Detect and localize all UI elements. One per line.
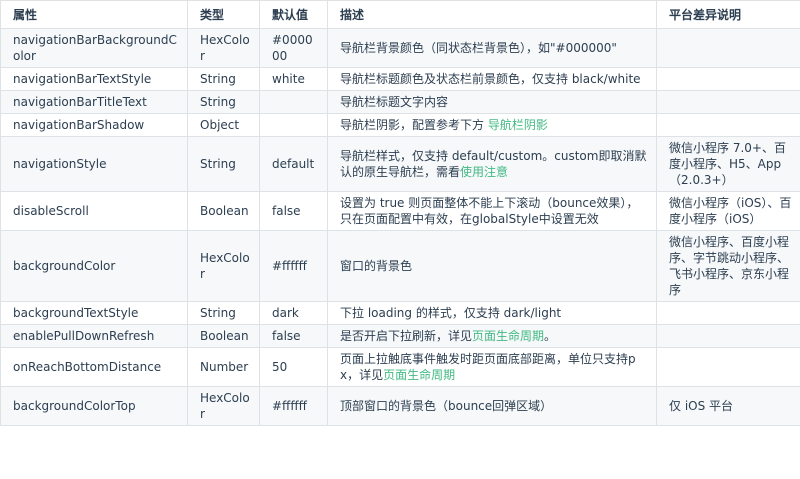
cell-description: 是否开启下拉刷新，详见页面生命周期。: [327, 324, 657, 348]
table-row: backgroundColor HexColor #ffffff 窗口的背景色 …: [0, 230, 800, 302]
cell-platform: [656, 28, 800, 68]
table-row: disableScroll Boolean false 设置为 true 则页面…: [0, 191, 800, 231]
header-property: 属性: [0, 0, 188, 29]
table-header: 属性 类型 默认值 描述 平台差异说明: [0, 0, 800, 29]
cell-default: false: [259, 191, 328, 231]
desc-text: 导航栏阴影，配置参考下方: [340, 118, 488, 132]
page-lifecycle-link[interactable]: 页面生命周期: [472, 329, 544, 343]
cell-name: navigationBarTitleText: [0, 90, 188, 114]
header-default: 默认值: [259, 0, 328, 29]
navbar-shadow-link[interactable]: 导航栏阴影: [488, 118, 548, 132]
table-row: onReachBottomDistance Number 50 页面上拉触底事件…: [0, 347, 800, 387]
cell-description: 页面上拉触底事件触发时距页面底部距离，单位只支持px，详见页面生命周期: [327, 347, 657, 387]
cell-default: #ffffff: [259, 386, 328, 426]
cell-platform: [656, 347, 800, 387]
desc-text: 下拉 loading 的样式，仅支持 dark/light: [340, 306, 562, 320]
cell-name: backgroundTextStyle: [0, 301, 188, 325]
cell-description: 窗口的背景色: [327, 230, 657, 302]
table-row: navigationBarTitleText String 导航栏标题文字内容: [0, 90, 800, 114]
cell-description: 导航栏样式，仅支持 default/custom。custom即取消默认的原生导…: [327, 136, 657, 192]
cell-type: String: [187, 136, 260, 192]
cell-description: 导航栏阴影，配置参考下方 导航栏阴影: [327, 113, 657, 137]
table-row: navigationStyle String default 导航栏样式，仅支持…: [0, 136, 800, 192]
header-type: 类型: [187, 0, 260, 29]
table-body: navigationBarBackgroundColor HexColor #0…: [0, 28, 800, 426]
header-platform: 平台差异说明: [656, 0, 800, 29]
cell-description: 导航栏标题文字内容: [327, 90, 657, 114]
header-row: 属性 类型 默认值 描述 平台差异说明: [0, 0, 800, 29]
cell-type: HexColor: [187, 386, 260, 426]
cell-default: #ffffff: [259, 230, 328, 302]
cell-name: disableScroll: [0, 191, 188, 231]
cell-platform: [656, 67, 800, 91]
desc-text: 顶部窗口的背景色（bounce回弹区域）: [340, 399, 553, 413]
properties-table: 属性 类型 默认值 描述 平台差异说明 navigationBarBackgro…: [0, 0, 800, 426]
cell-name: navigationBarTextStyle: [0, 67, 188, 91]
cell-platform: [656, 301, 800, 325]
table-row: navigationBarBackgroundColor HexColor #0…: [0, 28, 800, 68]
table-row: navigationBarTextStyle String white 导航栏标…: [0, 67, 800, 91]
cell-type: String: [187, 67, 260, 91]
cell-platform: [656, 113, 800, 137]
table-row: navigationBarShadow Object 导航栏阴影，配置参考下方 …: [0, 113, 800, 137]
cell-default: dark: [259, 301, 328, 325]
cell-name: navigationBarBackgroundColor: [0, 28, 188, 68]
cell-platform: 仅 iOS 平台: [656, 386, 800, 426]
cell-default: [259, 113, 328, 137]
cell-type: HexColor: [187, 28, 260, 68]
cell-platform: 微信小程序、百度小程序、字节跳动小程序、飞书小程序、京东小程序: [656, 230, 800, 302]
cell-name: backgroundColorTop: [0, 386, 188, 426]
cell-name: backgroundColor: [0, 230, 188, 302]
cell-description: 导航栏标题颜色及状态栏前景颜色，仅支持 black/white: [327, 67, 657, 91]
cell-platform: 微信小程序（iOS）、百度小程序（iOS）: [656, 191, 800, 231]
desc-text-after: 。: [544, 329, 557, 343]
cell-description: 设置为 true 则页面整体不能上下滚动（bounce效果），只在页面配置中有效…: [327, 191, 657, 231]
cell-name: onReachBottomDistance: [0, 347, 188, 387]
cell-type: String: [187, 301, 260, 325]
cell-description: 导航栏背景颜色（同状态栏背景色），如"#000000": [327, 28, 657, 68]
table-row: backgroundColorTop HexColor #ffffff 顶部窗口…: [0, 386, 800, 426]
desc-text: 导航栏标题颜色及状态栏前景颜色，仅支持 black/white: [340, 72, 641, 86]
cell-default: false: [259, 324, 328, 348]
cell-default: #000000: [259, 28, 328, 68]
desc-text: 导航栏背景颜色（同状态栏背景色），如"#000000": [340, 41, 617, 55]
cell-platform: [656, 90, 800, 114]
cell-name: navigationBarShadow: [0, 113, 188, 137]
cell-type: String: [187, 90, 260, 114]
cell-type: Object: [187, 113, 260, 137]
cell-name: navigationStyle: [0, 136, 188, 192]
desc-text: 设置为 true 则页面整体不能上下滚动（bounce效果），只在页面配置中有效…: [340, 196, 639, 226]
cell-description: 下拉 loading 的样式，仅支持 dark/light: [327, 301, 657, 325]
cell-description: 顶部窗口的背景色（bounce回弹区域）: [327, 386, 657, 426]
cell-type: Number: [187, 347, 260, 387]
usage-notes-link[interactable]: 使用注意: [460, 165, 508, 179]
cell-type: HexColor: [187, 230, 260, 302]
cell-default: white: [259, 67, 328, 91]
cell-default: 50: [259, 347, 328, 387]
cell-platform: 微信小程序 7.0+、百度小程序、H5、App（2.0.3+）: [656, 136, 800, 192]
page-lifecycle-link[interactable]: 页面生命周期: [383, 368, 455, 382]
cell-default: [259, 90, 328, 114]
desc-text: 导航栏标题文字内容: [340, 95, 449, 109]
cell-default: default: [259, 136, 328, 192]
cell-platform: [656, 324, 800, 348]
cell-type: Boolean: [187, 191, 260, 231]
desc-text: 窗口的背景色: [340, 259, 413, 273]
cell-type: Boolean: [187, 324, 260, 348]
header-description: 描述: [327, 0, 657, 29]
table-row: backgroundTextStyle String dark 下拉 loadi…: [0, 301, 800, 325]
cell-name: enablePullDownRefresh: [0, 324, 188, 348]
desc-text: 是否开启下拉刷新，详见: [340, 329, 473, 343]
table-row: enablePullDownRefresh Boolean false 是否开启…: [0, 324, 800, 348]
